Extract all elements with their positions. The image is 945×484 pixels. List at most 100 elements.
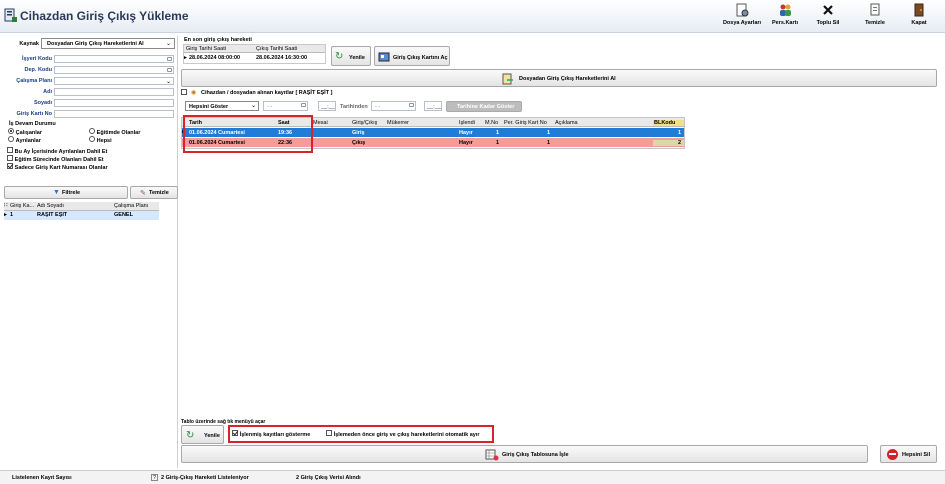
cell: 1 [496,130,500,136]
delete-icon [823,5,833,15]
radio-button[interactable] [89,128,95,134]
field-label: Giriş Kartı No [16,111,52,117]
end-time-value: __:__ [427,104,441,110]
records-section-header[interactable]: ◉ Cihazdan / dosyadan alınan kayıtlar [ … [181,89,332,97]
checkbox-label: Sadece Giriş Kart Numarası Olanlar [14,165,108,171]
start-date-input[interactable]: - - [263,101,308,111]
personel-grid-header: ∷ Giriş Ka... Adı Soyadı Çalışma Planı [4,202,159,211]
column-header[interactable]: Çalışma Planı [114,203,148,209]
radio-button[interactable] [8,136,14,142]
calisma-plani-select[interactable]: ⌄ [54,77,174,85]
column-header[interactable]: Mesai [313,120,328,126]
highlight-box-records [183,115,313,153]
clear-icon [870,3,880,16]
column-header: Çıkış Tarihi Saati [256,46,298,52]
checkbox[interactable] [7,147,13,153]
check-bu-ay[interactable]: Bu Ay İçerisinde Ayrılanları Dahil Et [7,147,107,155]
start-time-value: __:__ [321,104,335,110]
radio-ayrilanlar[interactable]: Ayrılanlar [8,136,41,144]
column-header[interactable]: BLKodu [653,120,684,126]
temizle-label: Temizle [149,190,169,196]
dropdown-button[interactable] [167,68,172,72]
field-label: Dep. Kodu [24,67,53,73]
dosyadan-al-button[interactable]: Dosyadan Giriş Çıkış Hareketlerini Al [181,69,937,87]
column-header[interactable]: Adı Soyadı [37,203,64,209]
giris-cikis-tablosuna-isle-button[interactable]: Giriş Çıkış Tablosuna İşle [181,445,868,463]
refresh-icon: ↻ [335,51,344,62]
card-icon [378,52,390,62]
cell: Giriş [352,130,365,136]
left-panel: Kaynak Dosyadan Giriş Çıkış Hareketlerin… [4,36,178,468]
table-row[interactable]: ▸ 1 RAŞİT EŞİT GENEL [4,211,159,220]
radio-button[interactable] [8,128,14,134]
cell: 28.06.2024 08:00:00 [189,55,241,61]
calendar-dropdown-button[interactable] [301,103,306,107]
status-listed-label: Listelenen Kayıt Sayısı [12,475,72,481]
dosya-ayarlari-button[interactable]: Dosya Ayarları [719,3,765,31]
radio-button[interactable] [89,136,95,142]
last-movement-title: En son giriş çıkış hareketi [184,37,252,43]
radio-hepsi[interactable]: Hepsi [89,136,112,144]
radio-calisanlar[interactable]: Çalışanlar [8,128,42,136]
kapat-button[interactable]: Kapat [896,3,942,31]
field-label: İşyeri Kodu [22,56,52,62]
highlight-box-options [228,425,494,443]
end-date-input[interactable]: - - [371,101,416,111]
checkbox[interactable] [7,163,13,169]
source-select[interactable]: Dosyadan Giriş Çıkış Hareketlerini Al ⌄ [41,38,175,49]
yenile-label: Yenile [204,433,220,439]
column-header[interactable]: İşlendi [459,120,475,126]
section-icon: ◉ [191,90,197,96]
column-header[interactable]: Per. Giriş Kart No [504,120,547,126]
cell: 28.06.2024 16:30:00 [256,55,308,61]
filtrele-button[interactable]: ▼ Filtrele [4,186,128,199]
help-icon[interactable]: ? [151,474,158,481]
isyeri-kodu-input[interactable] [54,55,174,63]
cell: 1 [678,130,682,136]
table-row: ▸ 28.06.2024 08:00:00 28.06.2024 16:30:0… [184,54,325,62]
adi-input[interactable] [54,88,174,96]
temizle-filter-button[interactable]: ✎ Temizle [130,186,178,199]
chevron-down-icon: ⌄ [165,41,171,47]
toplu-sil-button[interactable]: Toplu Sil [805,3,851,31]
radio-egitimde[interactable]: Eğitimde Olanlar [89,128,140,136]
column-header[interactable]: Açıklama [555,120,578,126]
cell: Çıkış [352,140,366,146]
temizle-toolbar-button[interactable]: Temizle [852,3,898,31]
cell: GENEL [114,212,133,218]
soyadi-input[interactable] [54,99,174,107]
column-header[interactable]: Giriş Ka... [10,203,34,209]
status-bar: Listelenen Kayıt Sayısı ? 2 Giriş-Çıkış … [0,470,945,484]
yenile-top-button[interactable]: ↻ Yenile [331,46,371,66]
cell: Hayır [459,130,473,136]
show-select[interactable]: Hepsini Göster ⌄ [185,101,259,111]
row-indicator-icon: ▸ [4,212,7,218]
hepsini-sil-button[interactable]: Hepsini Sil [880,445,937,463]
broom-icon: ✎ [140,190,146,197]
app-title: Cihazdan Giriş Çıkış Yükleme [20,9,189,23]
check-sadece-kart[interactable]: Sadece Giriş Kart Numarası Olanlar [7,163,108,171]
end-time-input[interactable]: __:__ [424,101,442,111]
calendar-dropdown-button[interactable] [409,103,414,107]
column-header[interactable]: M.No [485,120,498,126]
toolbar-label: Temizle [865,20,885,26]
column-header[interactable]: Mükerrer [387,120,409,126]
check-egitim[interactable]: Eğitim Sürecinde Olanları Dahil Et [7,155,104,163]
giris-cikis-karti-ac-button[interactable]: Giriş Çıkış Kartını Aç [374,46,450,66]
yenile-bottom-button[interactable]: ↻ Yenile [181,425,224,444]
radio-label: Hepsi [96,138,112,144]
collapse-icon[interactable] [181,89,187,95]
checkbox[interactable] [7,155,13,161]
source-select-value: Dosyadan Giriş Çıkış Hareketlerini Al [47,41,144,47]
start-time-input[interactable]: __:__ [318,101,336,111]
cell: 2 [653,140,684,146]
open-card-label: Giriş Çıkış Kartını Aç [393,55,448,61]
dep-kodu-input[interactable] [54,66,174,74]
giris-karti-no-input[interactable] [54,110,174,118]
column-header[interactable]: Giriş/Çıkış [352,120,377,126]
cell: 1 [547,130,551,136]
dropdown-button[interactable] [167,57,172,61]
pers-karti-button[interactable]: Pers.Kartı [762,3,808,31]
status-group-label: İş Devam Durumu [9,121,56,127]
tarihine-kadar-goster-button[interactable]: Tarihine Kadar Göster [446,101,522,112]
